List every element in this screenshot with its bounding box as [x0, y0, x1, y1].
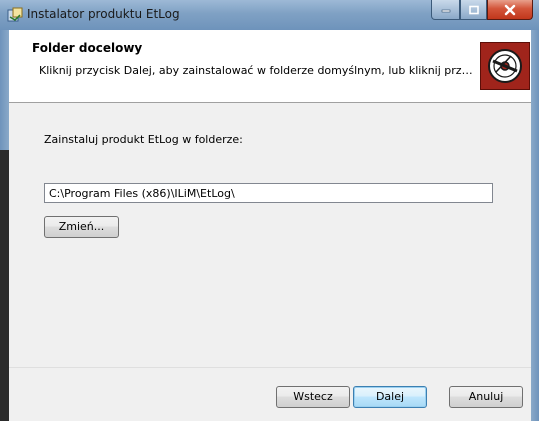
back-button[interactable]: Wstecz: [276, 386, 350, 408]
window-title: Instalator produktu EtLog: [27, 7, 180, 21]
dialog-client-area: Folder docelowy Kliknij przycisk Dalej, …: [9, 30, 531, 421]
installer-app-icon: [7, 7, 23, 23]
footer-separator: [9, 367, 531, 368]
minimize-button[interactable]: [431, 0, 460, 20]
dialog-header: Folder docelowy Kliknij przycisk Dalej, …: [9, 30, 531, 103]
maximize-button[interactable]: [460, 0, 487, 20]
background-edge: [0, 150, 9, 421]
maximize-icon: [468, 5, 479, 14]
change-folder-button[interactable]: Zmień...: [44, 216, 119, 238]
next-button[interactable]: Dalej: [353, 386, 427, 408]
installer-logo: [480, 42, 530, 90]
install-path-field[interactable]: [44, 183, 493, 203]
close-icon: [504, 4, 516, 15]
close-button[interactable]: [487, 0, 533, 20]
disc-icon: [488, 49, 522, 83]
title-bar[interactable]: Instalator produktu EtLog: [0, 0, 539, 30]
minimize-icon: [441, 9, 450, 12]
window-frame-right: [531, 30, 539, 421]
page-title: Folder docelowy: [32, 41, 143, 55]
cancel-button[interactable]: Anuluj: [449, 386, 523, 408]
install-folder-label: Zainstaluj produkt EtLog w folderze:: [44, 133, 243, 146]
installer-window: Instalator produktu EtLog Folder docelow…: [0, 0, 539, 421]
page-subtitle: Kliknij przycisk Dalej, aby zainstalować…: [39, 64, 473, 77]
